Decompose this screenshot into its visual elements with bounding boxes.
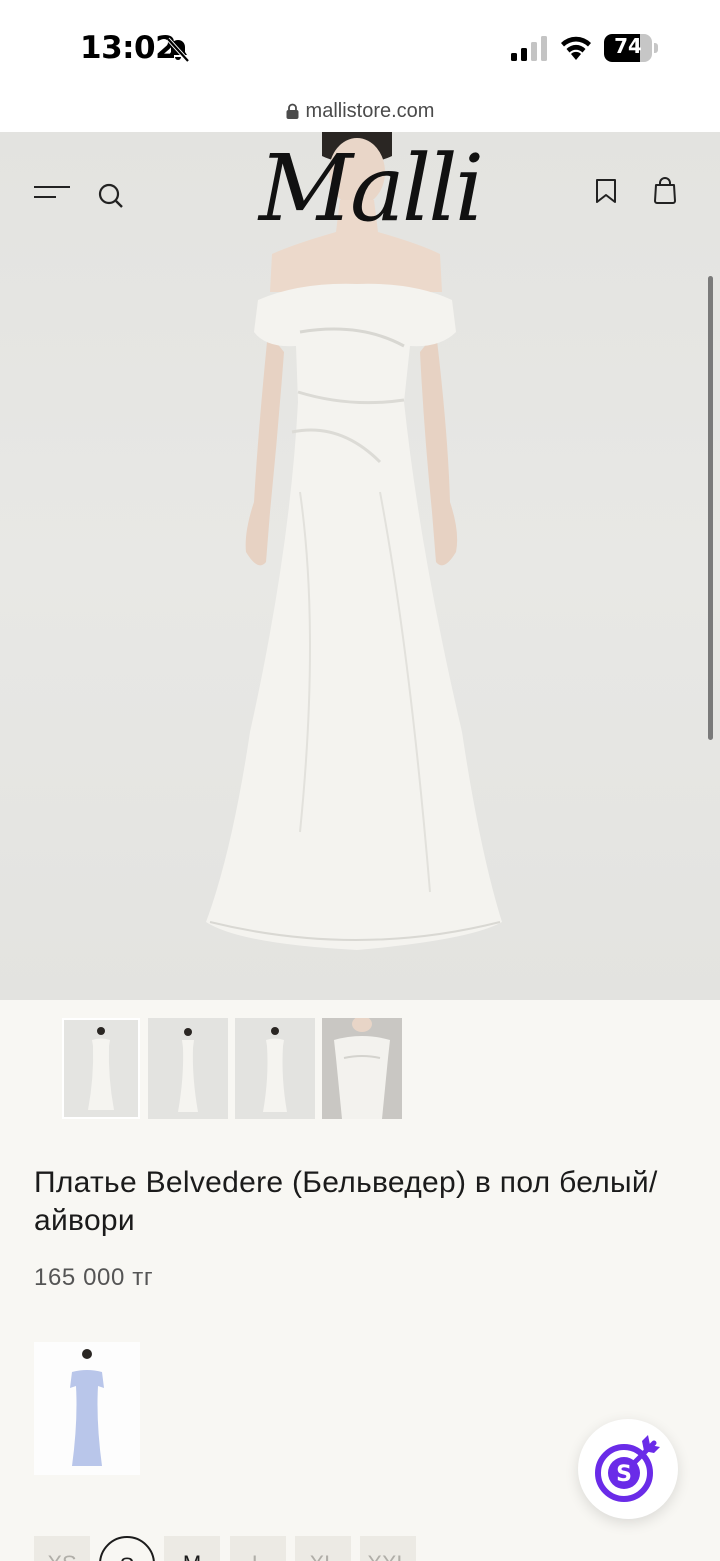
url-text: mallistore.com [305,100,435,122]
size-option[interactable]: S [99,1536,155,1561]
cellular-signal-icon [511,36,547,61]
product-price: 165 000 тг [34,1264,154,1291]
browser-url-bar[interactable]: mallistore.com [0,96,720,132]
search-icon[interactable] [98,183,124,209]
target-icon: S [595,1435,660,1502]
thumbnail-3[interactable] [235,1018,315,1119]
size-option[interactable]: XL [295,1536,351,1561]
brand-logo[interactable]: Malli [240,134,500,244]
product-main-image[interactable]: Malli [0,132,720,1000]
battery-percent: 74 [614,34,642,58]
status-time: 13:02 [80,30,177,66]
scrollbar-thumb[interactable] [708,276,713,740]
size-option[interactable]: L [230,1536,286,1561]
dress-photo [206,132,502,950]
color-variant-swatch[interactable] [34,1342,140,1475]
status-bar: 13:02 74 [0,0,720,96]
size-option[interactable]: XS [34,1536,90,1561]
bag-icon[interactable] [652,176,678,204]
bell-muted-icon [166,37,190,63]
thumbnail-2[interactable] [148,1018,228,1119]
size-option[interactable]: XXL [360,1536,416,1561]
menu-icon[interactable] [34,184,70,200]
product-title: Платье Belvedere (Бельведер) в пол белый… [34,1166,658,1237]
promo-target-button[interactable]: S [578,1419,678,1519]
thumbnail-1[interactable] [62,1018,140,1119]
bookmark-icon[interactable] [594,178,618,204]
size-option[interactable]: M [164,1536,220,1561]
svg-text:S: S [616,1462,632,1487]
lock-icon [286,103,299,119]
battery-icon: 74 [604,34,658,62]
wifi-icon [561,36,591,60]
thumbnail-4[interactable] [322,1018,402,1119]
